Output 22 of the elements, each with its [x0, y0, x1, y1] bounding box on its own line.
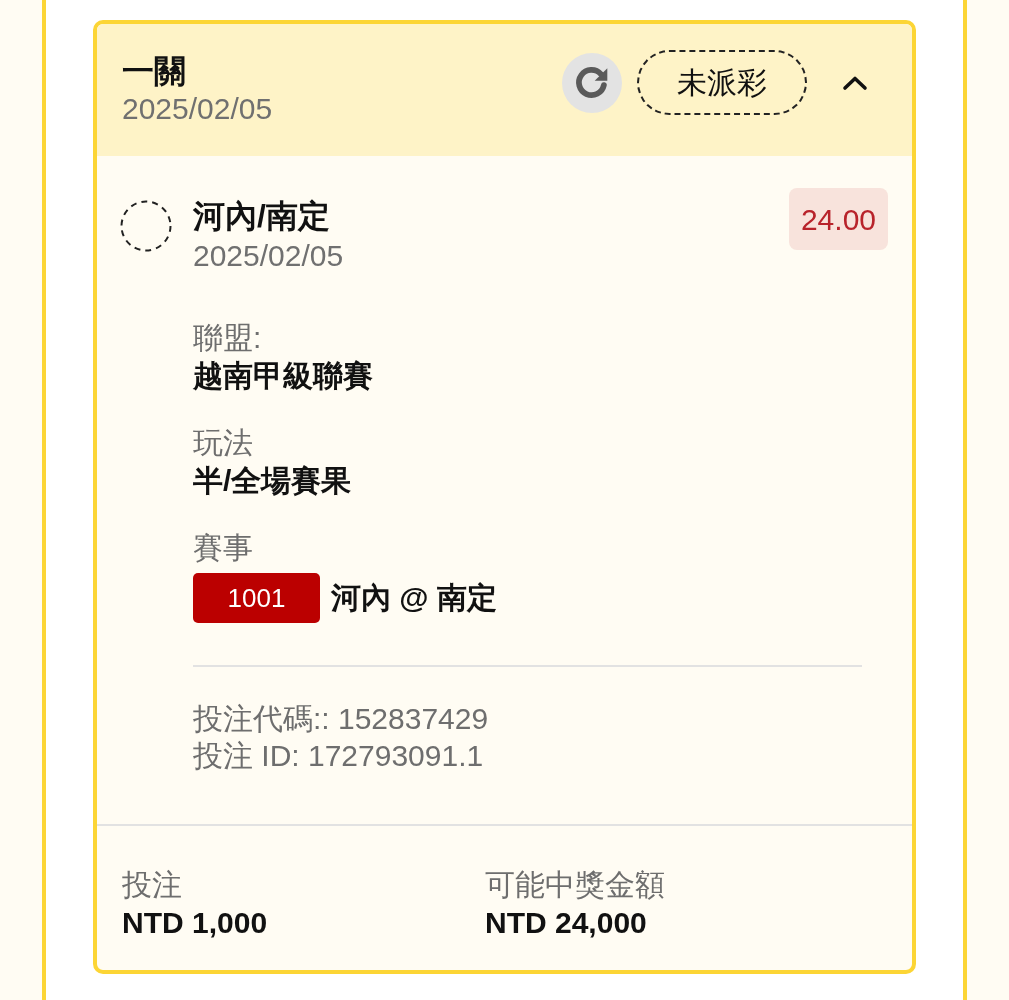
status-badge: 未派彩 — [637, 50, 807, 115]
detail-label: 玩法 — [193, 425, 253, 461]
match-name: 河內 @ 南定 — [331, 580, 497, 616]
summary-value: NTD 1,000 — [122, 905, 268, 941]
dashed-circle-icon — [120, 200, 172, 252]
refresh-icon — [574, 64, 610, 101]
detail-value: 越南甲級聯賽 — [193, 358, 373, 394]
selection-date: 2025/02/05 — [193, 238, 344, 274]
summary-label: 投注 — [122, 867, 182, 903]
match-code-badge: 1001 — [193, 573, 320, 623]
chevron-up-icon[interactable] — [842, 74, 868, 91]
odds-badge: 24.00 — [788, 188, 888, 250]
detail-label: 聯盟: — [193, 320, 262, 356]
card-title: 一關 — [122, 52, 186, 90]
selection-title: 河內/南定 — [193, 197, 330, 236]
bet-reference: 投注 ID: 172793091.1 — [193, 738, 484, 774]
card-date: 2025/02/05 — [122, 91, 273, 127]
summary-value: NTD 24,000 — [485, 905, 647, 941]
detail-label: 賽事 — [193, 530, 253, 566]
bet-reference: 投注代碼:: 152837429 — [193, 701, 489, 737]
detail-value: 半/全場賽果 — [193, 463, 352, 499]
summary-label: 可能中獎金額 — [485, 867, 665, 903]
